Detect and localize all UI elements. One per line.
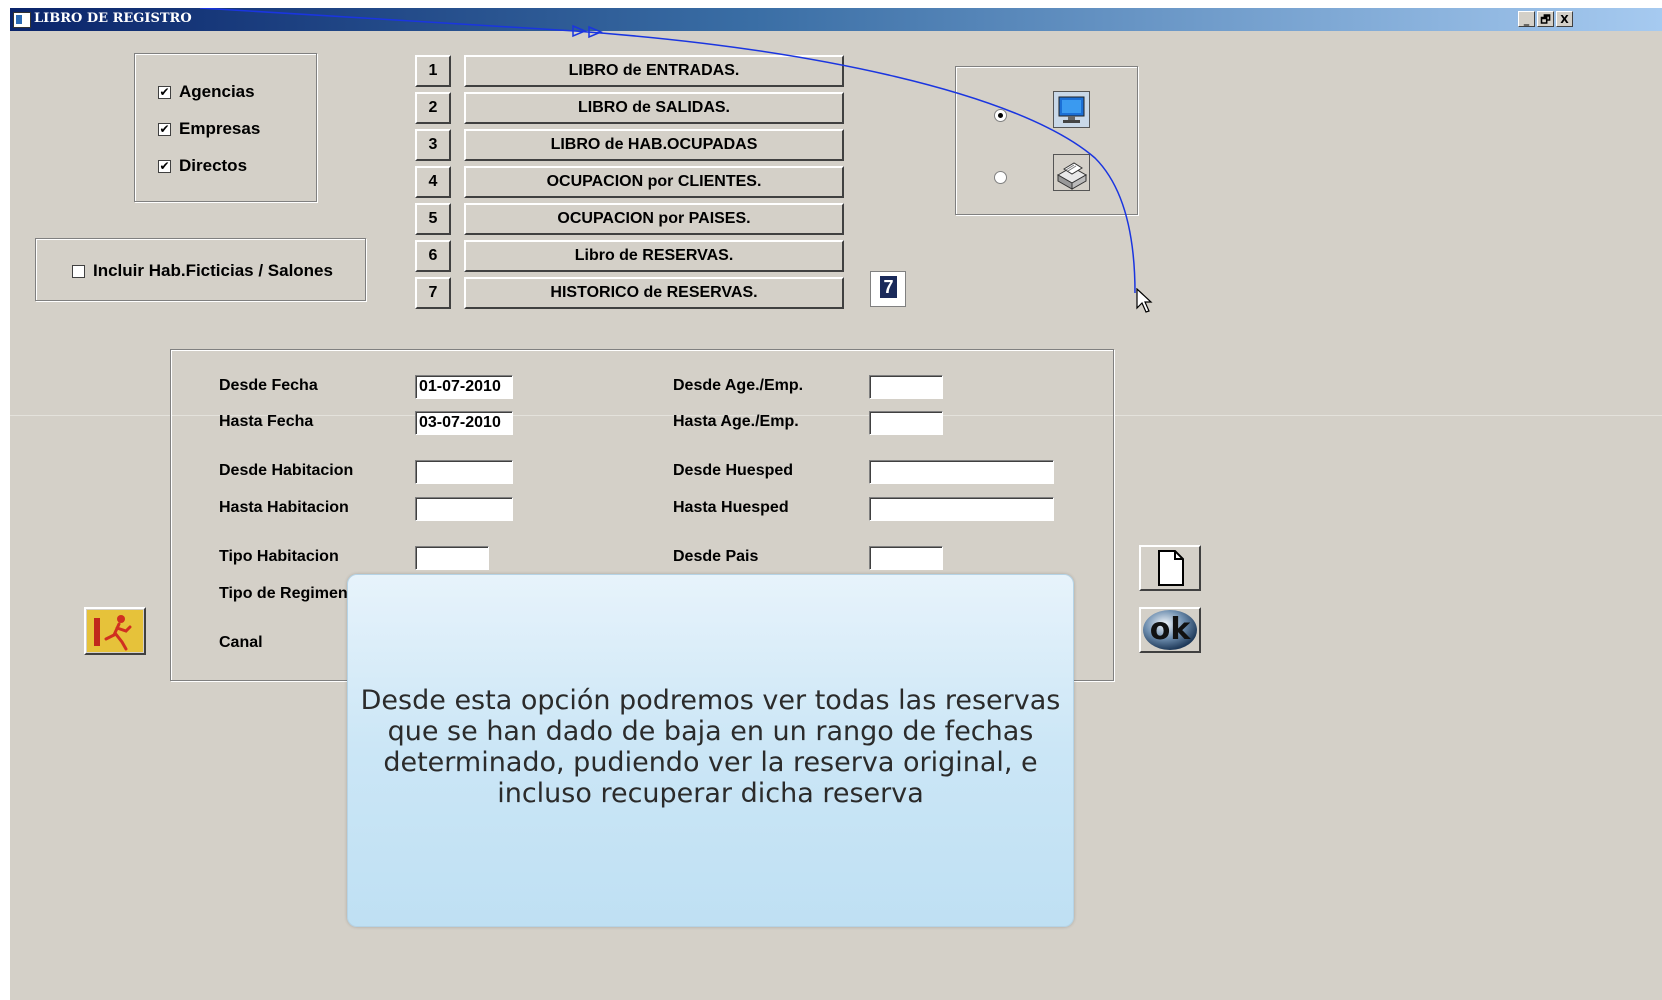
main-window: LIBRO DE REGISTRO _ 🗗 X ✔ Agencias ✔ Emp…: [10, 8, 1662, 1000]
pointer-trail: [199, 8, 1136, 294]
mouse-cursor-icon: [1136, 288, 1153, 313]
